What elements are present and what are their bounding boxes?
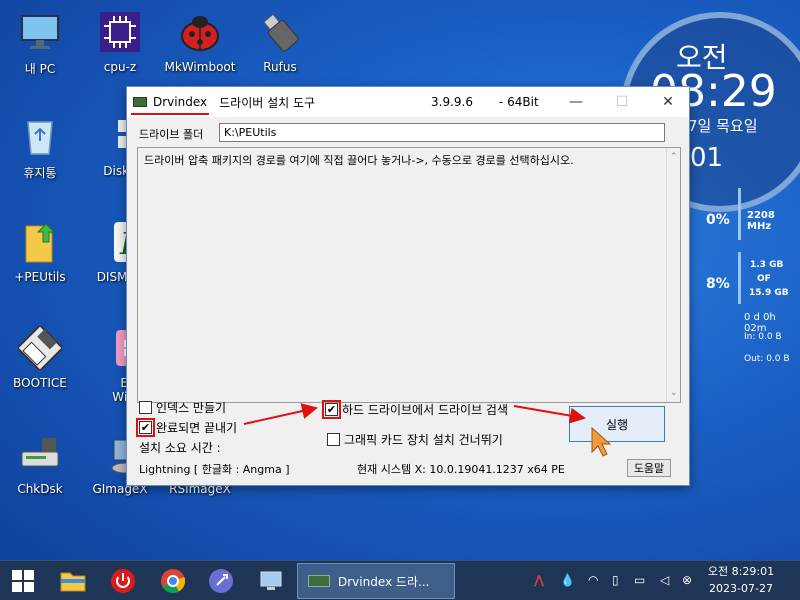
skip-graphics-checkbox[interactable]: 그래픽 카드 장치 설치 건너뛰기 (327, 431, 503, 448)
desktop-icon-mkwimboot[interactable]: MkWimboot (160, 6, 240, 78)
drvindex-window: Drvindex 드라이버 설치 도구 3.9.9.6 - 64Bit — ☐ … (126, 86, 690, 486)
uptime: 0 d 0h 02m (744, 312, 776, 334)
monitor-divider (738, 188, 741, 240)
disk-drive-icon (18, 432, 62, 476)
desktop-icon-label: BOOTICE (13, 376, 67, 390)
tray-close-icon[interactable]: ⊗ (682, 573, 692, 587)
desktop-icon-label: 휴지통 (23, 166, 57, 180)
computer-icon (260, 571, 282, 590)
rocket-icon (209, 569, 233, 593)
checkbox-label: 완료되면 끝내기 (156, 421, 238, 435)
help-button[interactable]: 도움말 (627, 459, 671, 477)
drop-hint-text: 드라이버 압축 패키지의 경로를 여기에 직접 끌어다 놓거나->, 수동으로 … (144, 154, 574, 167)
close-button[interactable]: ✕ (645, 87, 691, 117)
desktop-icon-recycle-bin[interactable]: 휴지통 (0, 110, 80, 182)
tray-network-icon[interactable]: ▭ (634, 573, 645, 587)
desktop-icon-this-pc[interactable]: 내 PC (0, 6, 80, 78)
taskbar-task-label: Drvindex 드라... (338, 574, 430, 589)
desktop-icon-rufus[interactable]: Rufus (240, 6, 320, 78)
folder-up-icon (18, 220, 62, 264)
folder-icon (60, 572, 86, 592)
chrome-icon (161, 569, 186, 594)
taskbar-task-drvindex[interactable]: Drvindex 드라... (297, 563, 455, 599)
app-arch: - 64Bit (499, 95, 539, 109)
tray-wifi-icon[interactable]: ◠ (588, 573, 598, 587)
minimize-button[interactable]: — (553, 87, 599, 117)
desktop-icon-label: Rufus (263, 60, 297, 74)
desktop-icon-label: MkWimboot (164, 60, 236, 74)
windows-logo-icon (12, 570, 34, 592)
drop-area-scrollbar[interactable]: ⌃ ⌄ (666, 148, 680, 402)
monitor-icon (18, 10, 62, 54)
driver-folder-label: 드라이브 폴더 (139, 128, 204, 141)
driver-folder-input[interactable]: K:\PEUtils (219, 123, 665, 142)
usb-drive-icon (258, 10, 302, 54)
network-out: Out: 0.0 B (744, 354, 790, 364)
taskbar: Drvindex 드라... ⋀ 💧 ◠ ▯ ▭ ◁ ⊗ 오전 8:29:01 … (0, 560, 800, 600)
start-button[interactable] (8, 567, 38, 595)
memory-of: OF (757, 274, 771, 284)
floppy-icon (15, 323, 65, 373)
run-button[interactable]: 실행 (569, 406, 665, 442)
ladybug-icon (178, 10, 222, 54)
tray-usb-icon[interactable]: ▯ (612, 573, 619, 587)
exit-when-done-checkbox[interactable]: ✔ 완료되면 끝내기 (136, 418, 238, 437)
recycle-bin-icon (18, 114, 62, 158)
desktop-icon-peutils[interactable]: +PEUtils (0, 216, 80, 288)
scroll-up-icon[interactable]: ⌃ (670, 152, 678, 162)
checkbox-label: 하드 드라이브에서 드라이브 검색 (342, 403, 509, 417)
tray-drop-icon[interactable]: 💧 (560, 573, 575, 587)
scroll-down-icon[interactable]: ⌄ (670, 388, 678, 398)
cpu-percent: 0% (706, 212, 730, 228)
checkbox-box[interactable]: ✔ (136, 418, 155, 437)
window-title-bar[interactable]: Drvindex 드라이버 설치 도구 3.9.9.6 - 64Bit — ☐ … (127, 87, 689, 117)
desktop-icon-label: cpu-z (103, 60, 137, 74)
checkbox-box[interactable]: ✔ (322, 400, 341, 419)
taskbar-clock[interactable]: 오전 8:29:01 2023-07-27 (706, 563, 776, 597)
desktop-icon-chkdsk[interactable]: ChkDsk (0, 428, 80, 500)
install-time-label: 설치 소요 시간 : (139, 441, 221, 455)
chrome-button[interactable] (158, 567, 188, 595)
device-manager-button[interactable] (256, 567, 286, 595)
checkbox-box[interactable] (139, 401, 152, 414)
app-icon (133, 97, 147, 107)
memory-total: 15.9 GB (749, 288, 789, 298)
window-title: 드라이버 설치 도구 (219, 95, 316, 110)
monitor-divider (738, 252, 741, 304)
taskbar-date: 2023-07-27 (709, 582, 773, 595)
cpu-chip-icon (98, 10, 142, 54)
desktop-icon-label: 내 PC (24, 62, 56, 76)
status-system: 현재 시스템 X: 10.0.19041.1237 x64 PE (357, 463, 565, 476)
status-credit: Lightning [ 한글화 : Angma ] (139, 463, 290, 476)
desktop-icon-cpu-z[interactable]: cpu-z (80, 6, 160, 78)
status-bar: Lightning [ 한글화 : Angma ] 현재 시스템 X: 10.0… (127, 457, 689, 487)
make-index-checkbox[interactable]: 인덱스 만들기 (139, 399, 226, 416)
desktop-icon-bootice[interactable]: BOOTICE (0, 322, 80, 394)
app-version: 3.9.9.6 (431, 95, 473, 109)
search-hdd-checkbox[interactable]: ✔ 하드 드라이브에서 드라이브 검색 (322, 400, 509, 419)
app-name: Drvindex (130, 95, 210, 115)
drvindex-taskbar-icon (308, 575, 330, 587)
power-icon (111, 569, 135, 593)
taskbar-time: 오전 8:29:01 (707, 565, 775, 578)
launcher-button[interactable] (206, 567, 236, 595)
tray-volume-icon[interactable]: ◁ (660, 573, 669, 587)
clock-date: 7일 목요일 (688, 117, 758, 135)
file-explorer-button[interactable] (58, 567, 88, 595)
maximize-button[interactable]: ☐ (599, 87, 645, 117)
tray-app-icon[interactable]: ⋀ (534, 573, 544, 587)
window-body: 드라이브 폴더 K:\PEUtils 드라이버 압축 패키지의 경로를 여기에 … (127, 117, 689, 485)
desktop-icon-label: +PEUtils (14, 270, 66, 284)
desktop-icon-label: ChkDsk (17, 482, 63, 496)
network-in: In: 0.0 B (744, 332, 782, 342)
clock-day: 01 (690, 143, 724, 173)
checkbox-label: 그래픽 카드 장치 설치 건너뛰기 (344, 433, 503, 447)
cpu-frequency: 2208 MHz (747, 210, 775, 232)
driver-drop-area[interactable]: 드라이버 압축 패키지의 경로를 여기에 직접 끌어다 놓거나->, 수동으로 … (137, 147, 681, 403)
checkbox-label: 인덱스 만들기 (156, 401, 227, 415)
memory-percent: 8% (706, 276, 730, 292)
memory-used: 1.3 GB (750, 260, 784, 270)
checkbox-box[interactable] (327, 433, 340, 446)
power-button[interactable] (108, 567, 138, 595)
